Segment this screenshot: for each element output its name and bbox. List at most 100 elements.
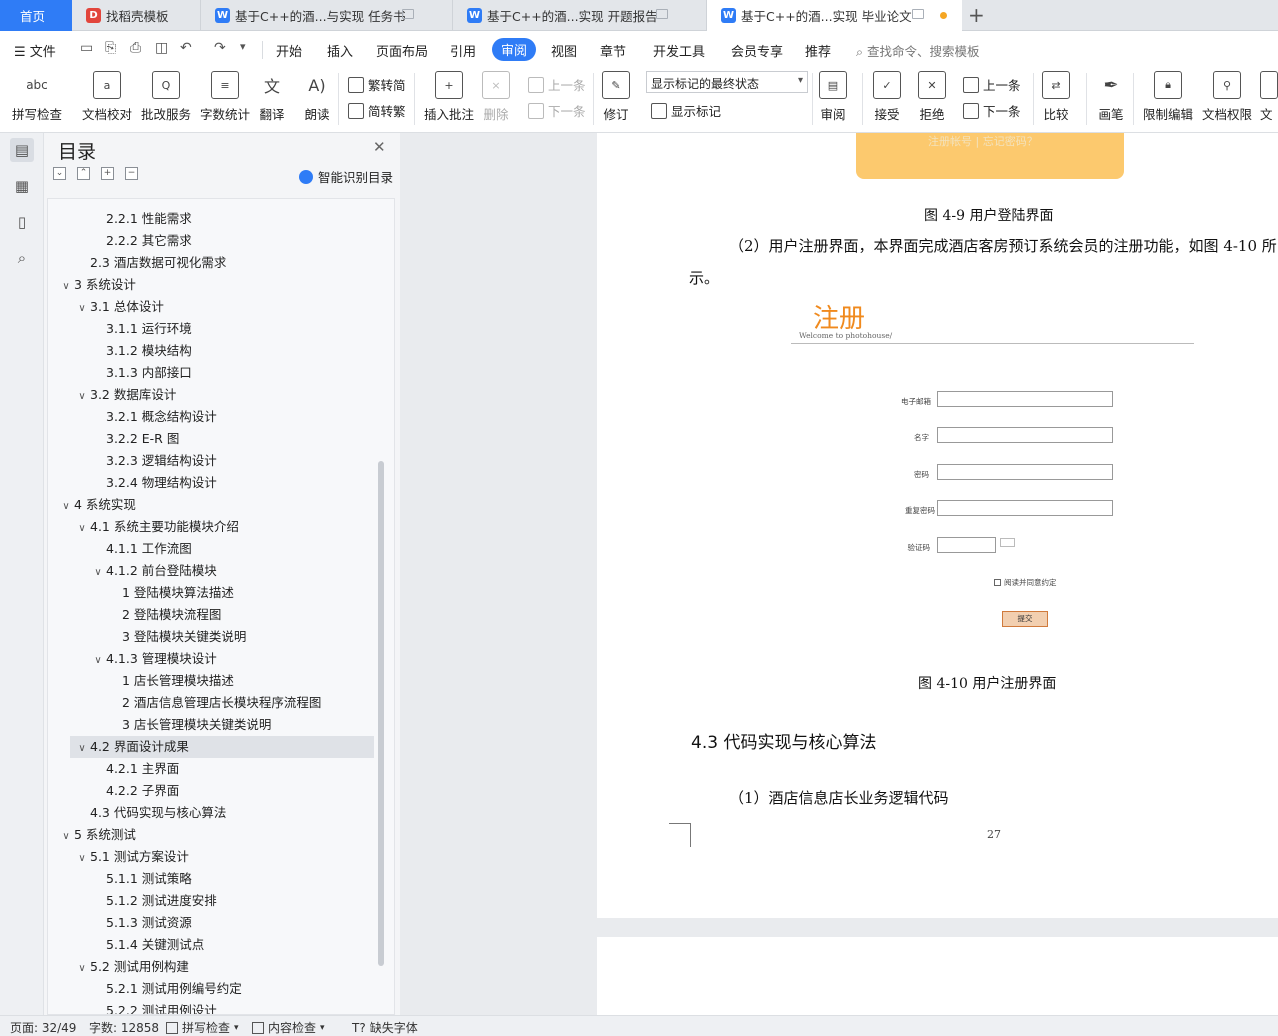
command-search[interactable]: ⌕ 查找命令、搜索模板 [856,41,980,60]
toc-item[interactable]: 1 店长管理模块描述 [48,670,352,692]
toc-item[interactable]: ∨ 4.1.3 管理模块设计 [48,648,352,670]
tab-task-book[interactable]: W 基于C++的酒...与实现 任务书 [200,0,452,31]
print-icon[interactable]: ⎙ [130,40,146,56]
review-pane-button[interactable]: ▤ 审阅 [819,71,847,123]
doc-more-button[interactable]: 文 [1260,71,1278,123]
menu-start[interactable]: 开始 [276,41,302,60]
menu-chapter[interactable]: 章节 [600,41,626,60]
reject-button[interactable]: ✕ 拒绝 [918,71,946,123]
toc-item[interactable]: 3.2.2 E-R 图 [48,428,352,450]
toc-item[interactable]: 3.1.3 内部接口 [48,362,352,384]
toc-item[interactable]: 4.3 代码实现与核心算法 [48,802,352,824]
word-count-status[interactable]: 字数: 12858 [89,1019,159,1036]
redo-icon[interactable]: ↷ [214,40,230,56]
doc-permission-button[interactable]: ⚲ 文档权限 [1202,71,1252,123]
print-preview-icon[interactable]: ◫ [155,40,171,56]
accept-button[interactable]: ✓ 接受 [873,71,901,123]
chapter-panel-icon[interactable]: ▦ [10,174,34,198]
chevron-down-icon[interactable]: ∨ [58,276,74,298]
chevron-down-icon[interactable]: ∨ [74,958,90,980]
word-count-button[interactable]: ≡ 字数统计 [200,71,250,123]
toc-item[interactable]: ∨ 3.2 数据库设计 [48,384,352,406]
restrict-edit-button[interactable]: 🔒︎ 限制编辑 [1143,71,1193,123]
to-traditional-button[interactable]: 简转繁 [348,101,406,120]
new-tab-button[interactable]: + [968,3,985,27]
prev-change-button[interactable]: 上一条 [963,75,1021,94]
spell-check-button[interactable]: abc 拼写检查 [12,71,62,123]
missing-font-status[interactable]: T? 缺失字体 [352,1019,418,1036]
page-indicator[interactable]: 页面: 32/49 [10,1019,76,1036]
menu-member[interactable]: 会员专享 [731,41,783,60]
insert-comment-button[interactable]: + 插入批注 [424,71,474,123]
tab-thesis-active[interactable]: W 基于C++的酒...实现 毕业论文 [706,0,962,31]
toc-panel-icon[interactable]: ▤ [10,138,34,162]
show-markup-button[interactable]: 显示标记 [651,101,721,120]
menu-page-layout[interactable]: 页面布局 [376,41,428,60]
toc-item[interactable]: ∨ 5.2 测试用例构建 [48,956,352,978]
toc-item[interactable]: ∨ 4.2 界面设计成果 [70,736,374,758]
prev-comment-button[interactable]: 上一条 [528,75,586,94]
toc-item[interactable]: 5.2.2 测试用例设计 [48,1000,352,1014]
next-comment-button[interactable]: 下一条 [528,101,586,120]
menu-insert[interactable]: 插入 [327,41,353,60]
chevron-down-icon[interactable]: ∨ [74,518,90,540]
bookmark-icon[interactable]: ▯ [10,210,34,234]
delete-comment-button[interactable]: × 删除 [482,71,510,123]
tab-proposal[interactable]: W 基于C++的酒...实现 开题报告 [452,0,706,31]
expand-all-icon[interactable]: + [101,167,114,180]
compare-button[interactable]: ⇄ 比较 [1042,71,1070,123]
toc-item[interactable]: 5.1.1 测试策略 [48,868,352,890]
markup-state-select[interactable]: 显示标记的最终状态 [646,71,808,93]
read-aloud-button[interactable]: A) 朗读 [303,71,331,123]
chevron-down-icon[interactable]: ∨ [74,298,90,320]
chevron-down-icon[interactable]: ∨ [90,562,106,584]
toc-item[interactable]: 5.1.2 测试进度安排 [48,890,352,912]
export-pdf-icon[interactable]: ⎘ [105,40,121,56]
toc-item[interactable]: 3.2.4 物理结构设计 [48,472,352,494]
collapse-all-icon[interactable]: − [125,167,138,180]
track-changes-button[interactable]: ✎ 修订 [602,71,630,123]
toc-item[interactable]: ∨ 5.1 测试方案设计 [48,846,352,868]
toc-item[interactable]: 3.1.2 模块结构 [48,340,352,362]
chevron-down-icon[interactable]: ∨ [58,496,74,518]
spell-check-status[interactable]: 拼写检查 ▾ [166,1019,239,1036]
chevron-down-icon[interactable]: ∨ [74,738,90,760]
content-check-status[interactable]: 内容检查 ▾ [252,1019,325,1036]
tab-template-store[interactable]: D 找稻壳模板 [72,0,200,31]
toc-item[interactable]: 3 登陆模块关键类说明 [48,626,352,648]
chevron-down-icon[interactable]: ∨ [74,848,90,870]
toc-item[interactable]: ∨ 4.1 系统主要功能模块介绍 [48,516,352,538]
chevron-down-icon[interactable]: ∨ [58,826,74,848]
translate-button[interactable]: 文 翻译 [258,71,286,123]
toc-item[interactable]: 3.2.3 逻辑结构设计 [48,450,352,472]
toc-item[interactable]: 4.2.1 主界面 [48,758,352,780]
menu-references[interactable]: 引用 [450,41,476,60]
next-change-button[interactable]: 下一条 [963,101,1021,120]
toc-item[interactable]: 5.2.1 测试用例编号约定 [48,978,352,1000]
toc-item[interactable]: ∨ 4 系统实现 [48,494,352,516]
toc-item[interactable]: 4.1.1 工作流图 [48,538,352,560]
toc-item[interactable]: ∨ 5 系统测试 [48,824,352,846]
toc-item[interactable]: 3.2.1 概念结构设计 [48,406,352,428]
toc-scrollbar[interactable] [378,461,384,966]
tab-home[interactable]: 首页 [0,0,72,31]
toc-item[interactable]: ∨ 3.1 总体设计 [48,296,352,318]
undo-icon[interactable]: ↶ [180,40,196,56]
file-menu[interactable]: ☰ 文件 [14,41,56,60]
quick-access-more-icon[interactable]: ▾ [240,40,256,56]
chevron-down-icon[interactable]: ∨ [74,386,90,408]
save-icon[interactable]: ▭ [80,40,96,56]
collapse-up-icon[interactable]: ⌃ [77,167,90,180]
menu-review[interactable]: 审阅 [492,38,537,61]
toc-item[interactable]: 5.1.4 关键测试点 [48,934,352,956]
collapse-down-icon[interactable]: ⌄ [53,167,66,180]
proofread-button[interactable]: a 文档校对 [82,71,132,123]
toc-item[interactable]: 2.2.2 其它需求 [48,230,352,252]
smart-toc-button[interactable]: 智能识别目录 [299,167,393,186]
to-simplified-button[interactable]: 繁转简 [348,75,406,94]
toc-item[interactable]: 3 店长管理模块关键类说明 [48,714,352,736]
toc-item[interactable]: 5.1.3 测试资源 [48,912,352,934]
toc-item[interactable]: 2 登陆模块流程图 [48,604,352,626]
toc-item[interactable]: 1 登陆模块算法描述 [48,582,352,604]
toc-item[interactable]: 4.2.2 子界面 [48,780,352,802]
